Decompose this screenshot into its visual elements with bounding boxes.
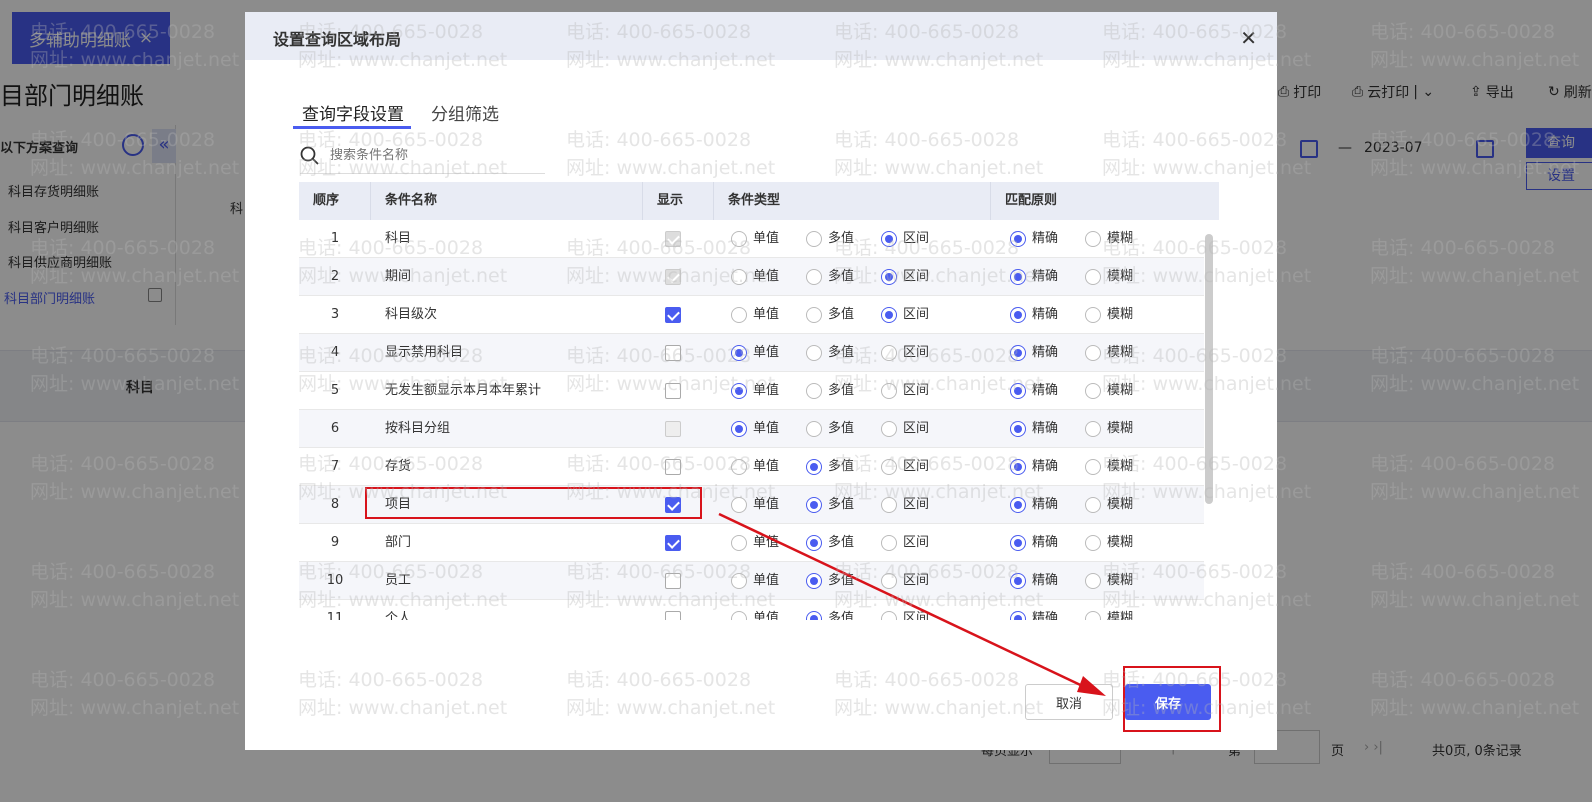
- layout-dialog: 设置查询区域布局 ✕ 查询字段设置 分组筛选 顺序 条件名称 显示 条件类型 匹…: [245, 12, 1277, 750]
- arrow-annotation: [718, 512, 1106, 696]
